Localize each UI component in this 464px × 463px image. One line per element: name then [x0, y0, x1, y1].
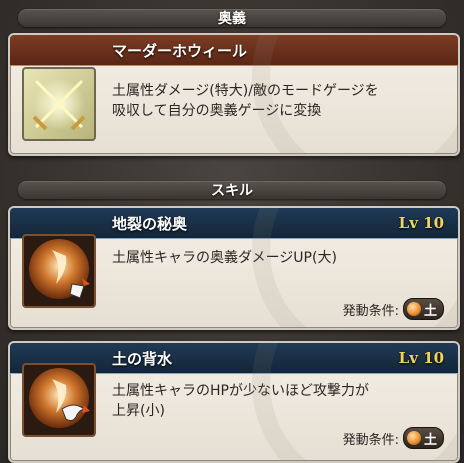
ougi-title-bar: マーダーホウィール — [10, 35, 458, 66]
skill-1-description: 土属性キャラの奥義ダメージUP(大) — [112, 248, 440, 268]
skill-2-description: 土属性キャラのHPが少ないほど攻撃力が 上昇(小) — [112, 381, 440, 421]
skill-card-1[interactable]: 地裂の秘奥 Lv 10 土属性キャラの奥義ダメージUP(大) 発動条件: 土 — [8, 206, 460, 330]
skill-section-title: スキル — [211, 183, 253, 199]
ougi-card[interactable]: マーダーホウィール 土属性ダメージ(特大)/敵のモードゲージを 吸収して自分の奥… — [8, 33, 460, 156]
element-label: 土 — [423, 303, 437, 319]
ougi-description-line-1: 土属性ダメージ(特大)/敵のモードゲージを — [112, 83, 379, 99]
ougi-description: 土属性ダメージ(特大)/敵のモードゲージを 吸収して自分の奥義ゲージに変換 — [112, 81, 440, 121]
skill-2-description-line-1: 土属性キャラのHPが少ないほど攻撃力が — [112, 383, 369, 399]
skill-2-name: 土の背水 — [112, 349, 173, 368]
skill-section-header: スキル — [0, 176, 464, 204]
skill-1-level: Lv 10 — [398, 214, 444, 232]
skill-1-description-line-1: 土属性キャラの奥義ダメージUP(大) — [112, 250, 337, 266]
ougi-section-header: 奥義 — [0, 4, 464, 32]
earth-orb-icon — [406, 431, 421, 445]
ougi-section-title: 奥義 — [218, 11, 246, 27]
skill-1-name: 地裂の秘奥 — [112, 214, 188, 233]
skill-1-condition-label: 発動条件: — [342, 303, 399, 319]
earth-backwater-icon — [22, 363, 96, 437]
earth-element-badge: 土 — [402, 427, 444, 449]
skill-card-2[interactable]: 土の背水 Lv 10 土属性キャラのHPが少ないほど攻撃力が 上昇(小) 発動条… — [8, 341, 460, 463]
skill-2-condition: 発動条件: 土 — [343, 427, 444, 449]
element-label: 土 — [423, 432, 437, 448]
skill-2-description-line-2: 上昇(小) — [112, 403, 165, 419]
skill-2-condition-label: 発動条件: — [342, 432, 399, 448]
crossed-swords-icon — [22, 67, 96, 141]
earth-orb-icon — [406, 302, 421, 316]
ougi-description-line-2: 吸収して自分の奥義ゲージに変換 — [112, 103, 322, 119]
skill-2-level: Lv 10 — [398, 349, 444, 367]
earth-skill-icon — [22, 234, 96, 308]
skill-1-condition: 発動条件: 土 — [343, 298, 444, 320]
earth-element-badge: 土 — [402, 298, 444, 320]
ougi-name: マーダーホウィール — [112, 41, 248, 60]
